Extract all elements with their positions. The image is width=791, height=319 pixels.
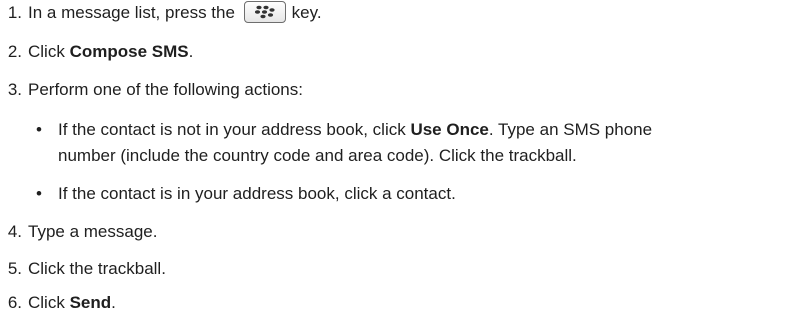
- step-1: 1. In a message list, press the key.: [0, 0, 322, 25]
- compose-sms-label: Compose SMS: [69, 42, 189, 61]
- bullet-text-line2: number (include the country code and are…: [58, 146, 577, 165]
- step-number: 4.: [7, 222, 22, 241]
- instructions-page: 1. In a message list, press the key. 2. Cl…: [0, 0, 791, 319]
- bullet-dot: •: [36, 120, 42, 139]
- bullet-item-2: • If the contact is in your address book…: [36, 181, 456, 207]
- step-number: 6.: [7, 293, 22, 312]
- step-text: In a message list, press the: [28, 3, 235, 22]
- step-number: 1.: [7, 3, 22, 22]
- step-5: 5. Click the trackball.: [0, 258, 166, 280]
- step-text-after: .: [188, 42, 194, 61]
- bullet-text-end: . Type an SMS phone: [488, 120, 653, 139]
- blackberry-menu-key-icon: [243, 0, 286, 23]
- send-label: Send: [69, 293, 112, 312]
- step-2: 2. Click Compose SMS.: [0, 41, 194, 63]
- bullet-text: If the contact is in your address book, …: [58, 184, 456, 203]
- step-text: Click the trackball.: [28, 259, 166, 278]
- step-text: Click: [28, 293, 70, 312]
- step-3: 3. Perform one of the following actions:: [0, 79, 303, 101]
- bullet-dot: •: [36, 184, 42, 203]
- use-once-label: Use Once: [410, 120, 489, 139]
- bullet-text: If the contact is not in your address bo…: [58, 117, 652, 143]
- step-text: Type a message.: [28, 222, 158, 241]
- bullet-text-start: If the contact is not in your address bo…: [58, 120, 411, 139]
- step-number: 2.: [7, 42, 22, 61]
- step-text: Perform one of the following actions:: [28, 80, 303, 99]
- step-text: Click: [28, 42, 70, 61]
- step-number: 5.: [7, 259, 22, 278]
- bullet-item-1: • If the contact is not in your address …: [36, 117, 652, 169]
- step-number: 3.: [7, 80, 22, 99]
- step-text-after: .: [111, 293, 116, 312]
- step-6: 6. Click Send.: [0, 292, 116, 314]
- step-text-after: key.: [291, 3, 322, 22]
- step-4: 4. Type a message.: [0, 221, 158, 243]
